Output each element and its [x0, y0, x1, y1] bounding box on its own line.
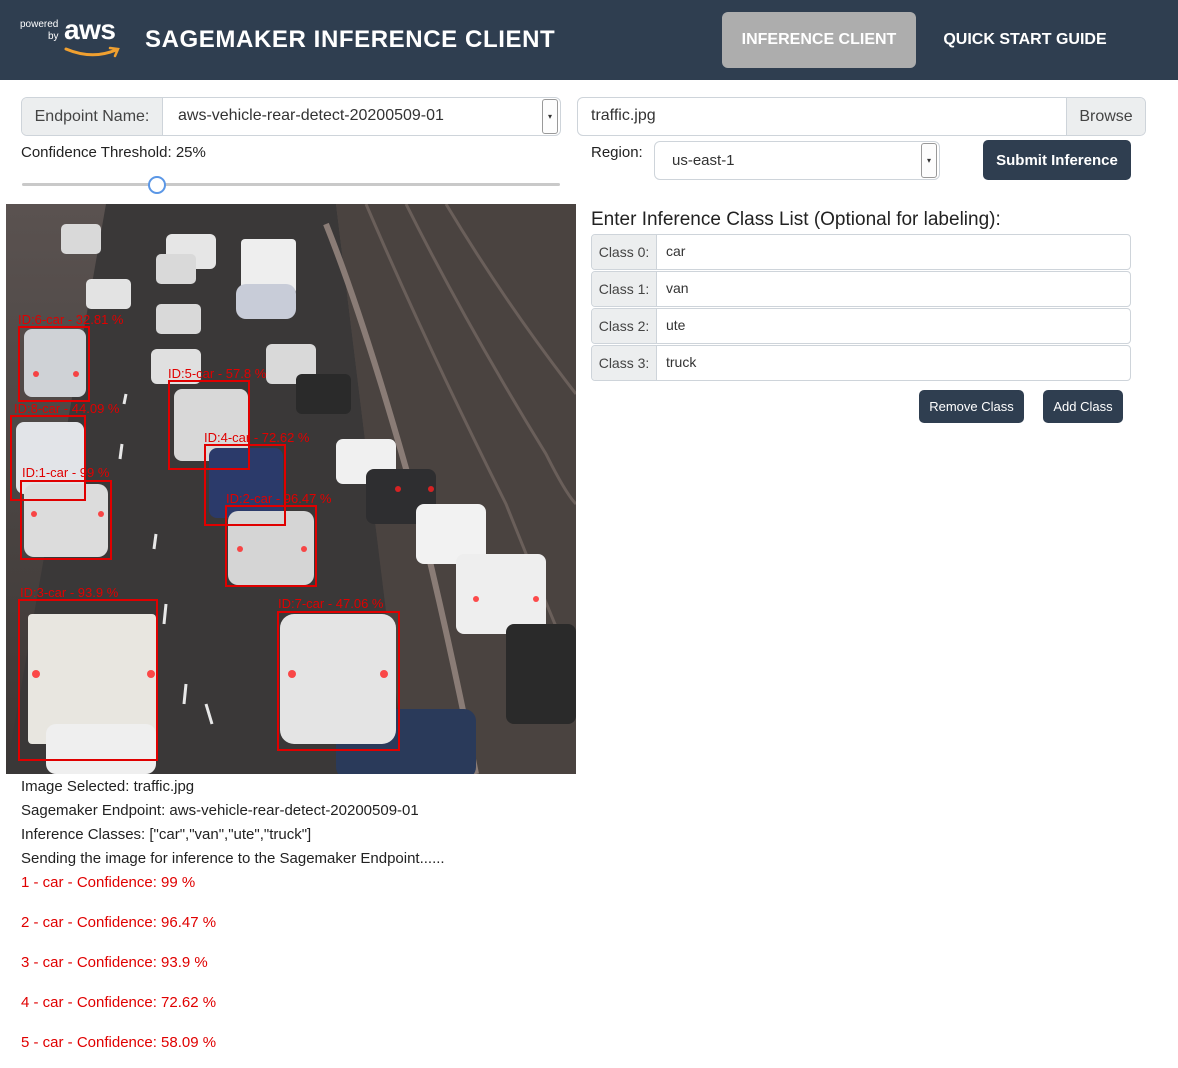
class-row-3: Class 3: truck — [591, 345, 1131, 381]
browse-button[interactable]: Browse — [1066, 98, 1145, 135]
logo-aws-text: aws — [64, 14, 116, 45]
detection-box-3 — [18, 599, 158, 761]
class-label: Class 3: — [592, 346, 657, 380]
detection-label-4: ID:4-car - 72.62 % — [204, 430, 310, 445]
detection-label-3: ID:3-car - 93.9 % — [20, 585, 119, 600]
class-label: Class 0: — [592, 235, 657, 269]
class-input[interactable]: ute — [666, 317, 685, 333]
logo-powered-text: powered — [20, 19, 59, 30]
add-class-button[interactable]: Add Class — [1043, 390, 1123, 423]
class-row-2: Class 2: ute — [591, 308, 1131, 344]
confidence-threshold-label: Confidence Threshold: 25% — [21, 144, 206, 161]
detection-box-1 — [20, 480, 112, 560]
result-line: 5 - car - Confidence: 58.09 % — [21, 1034, 217, 1051]
file-name-field[interactable]: traffic.jpg — [591, 107, 656, 125]
class-label: Class 2: — [592, 309, 657, 343]
log-sending: Sending the image for inference to the S… — [21, 850, 445, 867]
tab-quick-start-guide[interactable]: QUICK START GUIDE — [928, 12, 1122, 68]
detection-label-6: ID:6-car - 32.81 % — [18, 312, 124, 327]
detection-label-2: ID:2-car - 96.47 % — [226, 491, 332, 506]
detection-box-6 — [18, 326, 90, 402]
tab-inference-client[interactable]: INFERENCE CLIENT — [722, 12, 916, 68]
region-label: Region: — [591, 144, 643, 161]
confidence-slider-thumb[interactable] — [147, 176, 166, 194]
submit-inference-button[interactable]: Submit Inference — [983, 140, 1131, 180]
endpoint-select-group[interactable]: Endpoint Name: aws-vehicle-rear-detect-2… — [21, 97, 561, 136]
confidence-slider-track[interactable] — [22, 183, 560, 186]
chevron-down-icon[interactable]: ▾ — [542, 99, 558, 134]
endpoint-select[interactable]: aws-vehicle-rear-detect-20200509-01 — [178, 107, 444, 125]
detection-box-2 — [225, 505, 317, 587]
class-row-1: Class 1: van — [591, 271, 1131, 307]
class-input[interactable]: van — [666, 280, 689, 296]
remove-class-button[interactable]: Remove Class — [919, 390, 1024, 423]
region-select[interactable]: us-east-1 ▾ — [654, 141, 940, 180]
navbar: powered by aws SAGEMAKER INFERENCE CLIEN… — [0, 0, 1178, 80]
detection-label-7: ID:7-car - 47.06 % — [278, 596, 384, 611]
log-image-selected: Image Selected: traffic.jpg — [21, 778, 195, 795]
detection-box-7 — [277, 611, 400, 751]
class-list-heading: Enter Inference Class List (Optional for… — [591, 209, 1001, 230]
logo-by-text: by — [48, 31, 59, 42]
file-input-group[interactable]: traffic.jpg Browse — [577, 97, 1146, 136]
endpoint-label: Endpoint Name: — [22, 98, 163, 135]
detection-label-8: ID:8-car - 44.09 % — [14, 401, 120, 416]
result-line: 4 - car - Confidence: 72.62 % — [21, 994, 217, 1011]
region-value: us-east-1 — [672, 152, 735, 169]
result-line: 3 - car - Confidence: 93.9 % — [21, 954, 208, 971]
inference-result-image: ID:6-car - 32.81 % ID:5-car - 57.8 % ID:… — [6, 204, 576, 774]
result-line: 1 - car - Confidence: 99 % — [21, 874, 196, 891]
log-classes: Inference Classes: ["car","van","ute","t… — [21, 826, 312, 843]
aws-logo: powered by aws — [20, 14, 124, 60]
detection-label-5: ID:5-car - 57.8 % — [168, 366, 267, 381]
chevron-down-icon[interactable]: ▾ — [921, 143, 937, 178]
class-input[interactable]: car — [666, 243, 685, 259]
detection-label-1: ID:1-car - 99 % — [22, 465, 110, 480]
result-line: 2 - car - Confidence: 96.47 % — [21, 914, 217, 931]
aws-smile-icon — [64, 46, 120, 58]
app-title: SAGEMAKER INFERENCE CLIENT — [145, 26, 556, 53]
class-label: Class 1: — [592, 272, 657, 306]
class-input[interactable]: truck — [666, 354, 696, 370]
class-row-0: Class 0: car — [591, 234, 1131, 270]
log-endpoint: Sagemaker Endpoint: aws-vehicle-rear-det… — [21, 802, 419, 819]
